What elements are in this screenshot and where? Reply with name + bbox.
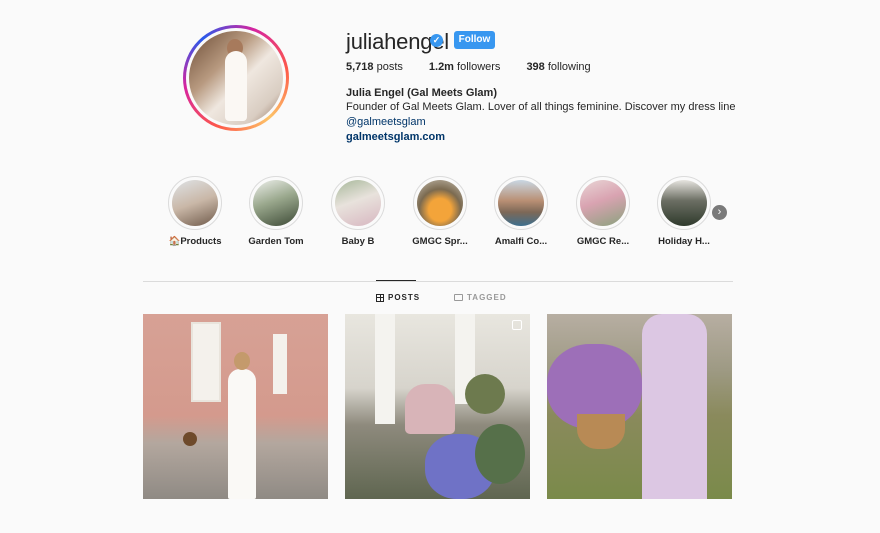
- highlight-label: Amalfi Co...: [494, 236, 548, 247]
- tab-tagged[interactable]: TAGGED: [454, 293, 507, 302]
- highlight-cover: [498, 180, 544, 226]
- posts-stat: 5,718 posts: [346, 61, 403, 73]
- photo-subject: [228, 369, 256, 499]
- followers-stat[interactable]: 1.2m followers: [429, 61, 501, 73]
- bio-text: Founder of Gal Meets Glam. Lover of all …: [346, 101, 736, 113]
- active-tab-indicator: [376, 280, 416, 281]
- highlight-gmgc-re[interactable]: GMGC Re...: [563, 176, 643, 247]
- highlight-gmgc-spring[interactable]: GMGC Spr...: [400, 176, 480, 247]
- highlight-baby-b[interactable]: Baby B: [318, 176, 398, 247]
- highlight-label: Baby B: [341, 236, 375, 247]
- highlight-cover: [253, 180, 299, 226]
- grid-icon: [376, 293, 384, 302]
- highlight-label: GMGC Re...: [576, 236, 630, 247]
- bio-mention-link[interactable]: @galmeetsglam: [346, 116, 426, 128]
- follow-button[interactable]: Follow: [454, 31, 495, 49]
- highlight-label: Holiday H...: [658, 236, 710, 247]
- following-stat[interactable]: 398 following: [526, 61, 590, 73]
- highlight-label: Garden Tom: [248, 236, 304, 247]
- highlight-amalfi-coast[interactable]: Amalfi Co...: [481, 176, 561, 247]
- photo-subject: [405, 384, 455, 434]
- profile-avatar[interactable]: [183, 25, 289, 131]
- multiple-photos-icon: [512, 320, 522, 330]
- bio-website-link[interactable]: galmeetsglam.com: [346, 131, 445, 143]
- highlight-cover: [417, 180, 463, 226]
- profile-stats: 5,718 posts 1.2m followers 398 following: [346, 61, 617, 73]
- highlight-cover: [661, 180, 707, 226]
- tag-icon: [454, 294, 463, 301]
- highlight-cover: [580, 180, 626, 226]
- highlight-label: 🏠Products: [168, 236, 222, 247]
- bio-full-name: Julia Engel (Gal Meets Glam): [346, 87, 497, 99]
- story-highlights: 🏠Products Garden Tom Baby B GMGC Spr... …: [143, 176, 733, 251]
- tabs-divider: [143, 281, 733, 282]
- highlight-cover: [172, 180, 218, 226]
- post-thumbnail[interactable]: [547, 314, 732, 499]
- highlight-label: GMGC Spr...: [412, 236, 468, 247]
- avatar-photo: [189, 31, 283, 125]
- post-thumbnail[interactable]: [345, 314, 530, 499]
- post-thumbnail[interactable]: [143, 314, 328, 499]
- profile-header: juliahengel ✓ Follow 5,718 posts 1.2m fo…: [0, 0, 880, 160]
- highlight-products[interactable]: 🏠Products: [155, 176, 235, 247]
- verified-badge-icon: ✓: [430, 34, 443, 47]
- tab-posts[interactable]: POSTS: [376, 293, 420, 302]
- highlight-garden-tom[interactable]: Garden Tom: [236, 176, 316, 247]
- highlights-next-arrow-icon[interactable]: ›: [712, 205, 727, 220]
- highlight-cover: [335, 180, 381, 226]
